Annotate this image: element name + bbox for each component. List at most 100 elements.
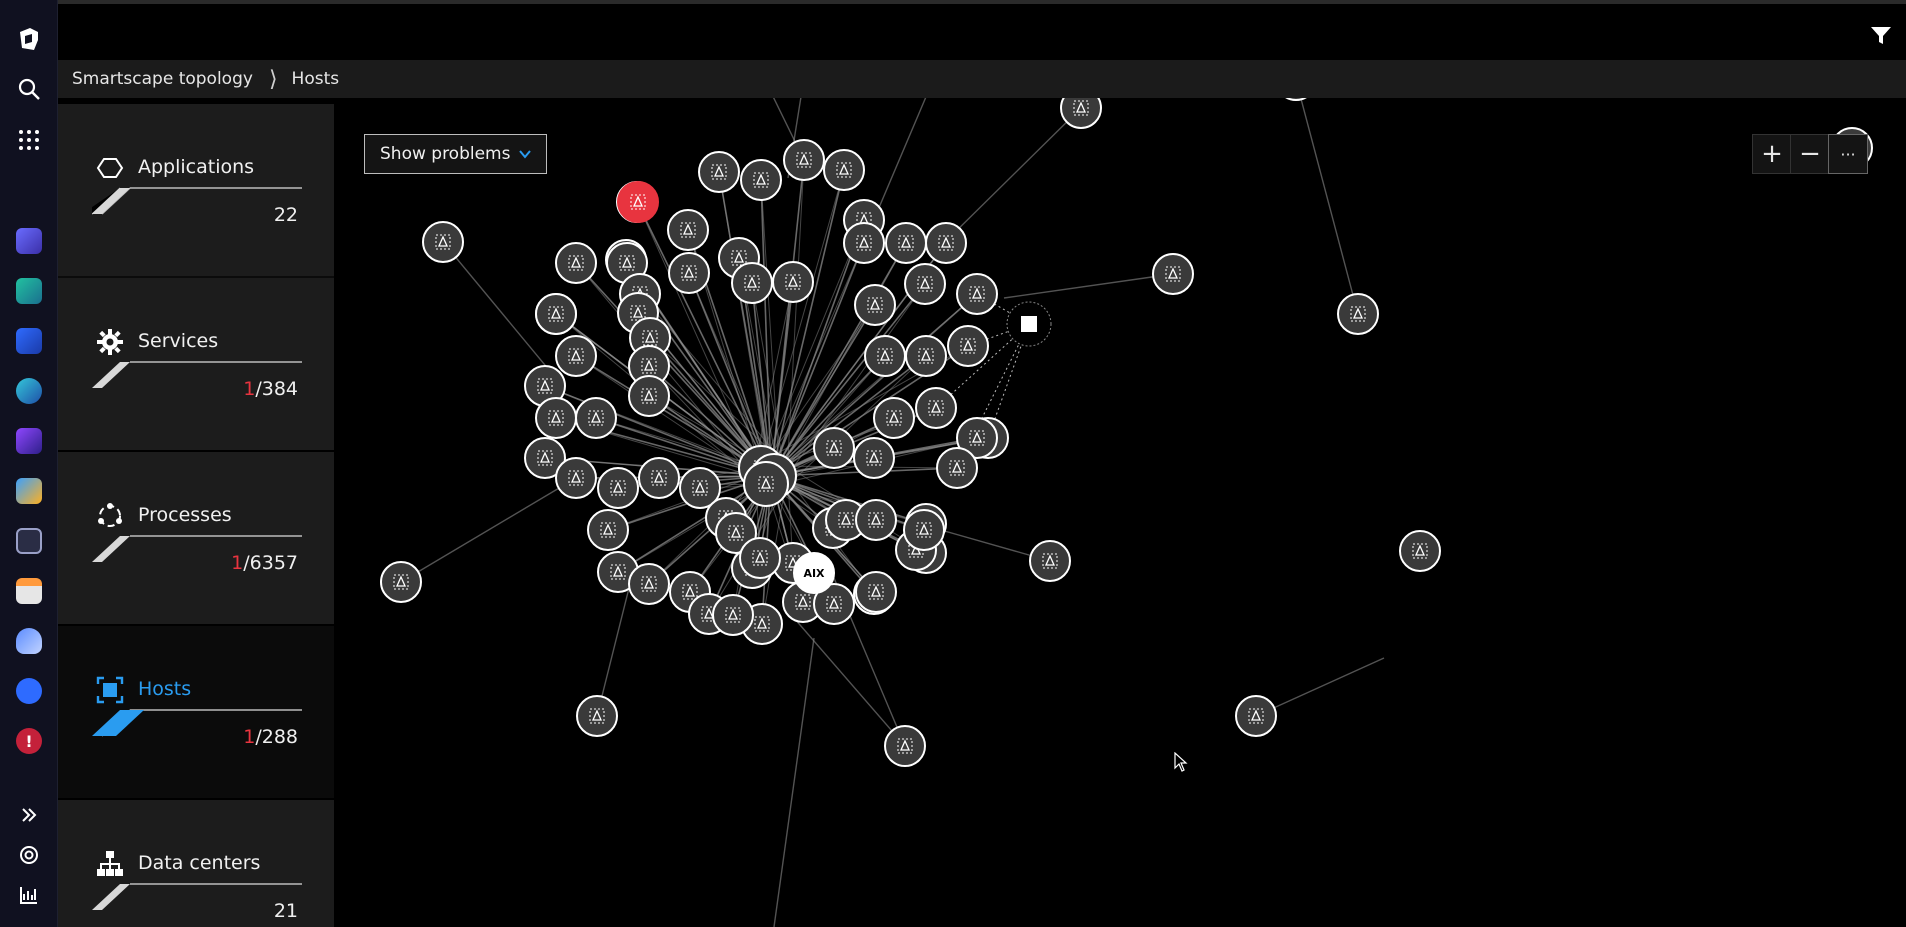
app-cube-icon[interactable] xyxy=(10,222,48,260)
host-node[interactable] xyxy=(885,222,927,264)
outer-node[interactable] xyxy=(1029,540,1071,582)
host-node[interactable] xyxy=(555,457,597,499)
host-node[interactable] xyxy=(667,209,709,251)
app-browser-icon[interactable] xyxy=(10,572,48,610)
topology-edge xyxy=(595,417,756,467)
layer-bar xyxy=(92,883,302,910)
app-problems-icon[interactable]: ! xyxy=(10,722,48,760)
outer-node[interactable] xyxy=(422,221,464,263)
topology-edge xyxy=(1003,273,1174,299)
host-node[interactable] xyxy=(731,262,773,304)
layer-count: 21 xyxy=(273,900,298,922)
host-node[interactable] xyxy=(555,242,597,284)
more-options-button[interactable]: ··· xyxy=(1828,134,1868,174)
outer-node[interactable] xyxy=(1235,695,1277,737)
host-node[interactable] xyxy=(903,509,945,551)
host-node[interactable] xyxy=(783,139,825,181)
host-node[interactable] xyxy=(712,594,754,636)
host-node[interactable] xyxy=(638,457,680,499)
usage-chart-icon[interactable] xyxy=(10,876,48,914)
layer-card-title: Applications xyxy=(138,156,255,178)
show-problems-dropdown[interactable]: Show problems xyxy=(364,134,547,174)
layer-card-hosts[interactable]: Hosts 1/288 xyxy=(58,626,334,798)
host-node[interactable] xyxy=(587,509,629,551)
layer-count: 1/384 xyxy=(243,378,298,400)
host-node[interactable] xyxy=(873,397,915,439)
zoom-out-button[interactable]: − xyxy=(1790,134,1830,174)
host-node[interactable] xyxy=(668,252,710,294)
host-node[interactable] xyxy=(956,273,998,315)
breadcrumb-root[interactable]: Smartscape topology xyxy=(72,69,253,89)
host-node[interactable] xyxy=(740,159,782,201)
outer-node[interactable] xyxy=(1152,253,1194,295)
layer-count: 1/6357 xyxy=(231,552,298,574)
host-node[interactable] xyxy=(905,335,947,377)
topology-edge xyxy=(793,617,906,747)
host-node[interactable] xyxy=(925,222,967,264)
app-blocks-icon[interactable] xyxy=(10,322,48,360)
layer-card-title: Hosts xyxy=(138,678,192,700)
outer-node[interactable] xyxy=(884,725,926,767)
top-bar xyxy=(58,0,1906,60)
host-node[interactable] xyxy=(823,149,865,191)
layer-panel: Applications 22 Services 1/384 Processes… xyxy=(58,104,334,927)
layer-card-applications[interactable]: Applications 22 xyxy=(58,104,334,276)
app-dashboard-icon[interactable] xyxy=(10,522,48,560)
host-node[interactable] xyxy=(698,151,740,193)
host-node[interactable] xyxy=(597,467,639,509)
host-node[interactable] xyxy=(855,571,897,613)
host-node[interactable] xyxy=(854,284,896,326)
host-node[interactable] xyxy=(864,335,906,377)
host-node[interactable] xyxy=(575,397,617,439)
topology-graph[interactable]: AIX xyxy=(334,98,1906,927)
apps-grid-icon[interactable] xyxy=(10,121,48,159)
outer-node[interactable] xyxy=(380,561,422,603)
outer-node[interactable] xyxy=(1060,98,1102,129)
layer-bar xyxy=(92,187,302,215)
host-node[interactable] xyxy=(947,325,989,367)
app-kubernetes-icon[interactable] xyxy=(10,672,48,710)
host-node[interactable] xyxy=(535,293,577,335)
host-node[interactable] xyxy=(555,335,597,377)
host-node[interactable] xyxy=(915,387,957,429)
layer-card-services[interactable]: Services 1/384 xyxy=(58,278,334,450)
aix-host-node[interactable]: AIX xyxy=(793,552,835,594)
host-node[interactable] xyxy=(535,397,577,439)
help-lifebuoy-icon[interactable] xyxy=(10,836,48,874)
host-node[interactable] xyxy=(855,499,897,541)
host-node[interactable] xyxy=(739,537,781,579)
problem-host-node[interactable] xyxy=(617,181,659,223)
filter-icon[interactable] xyxy=(1866,20,1896,50)
host-icon xyxy=(96,676,124,704)
app-eye-icon[interactable] xyxy=(10,422,48,460)
app-chart-icon[interactable] xyxy=(10,272,48,310)
breadcrumb-current: Hosts xyxy=(291,69,340,89)
host-node[interactable] xyxy=(628,563,670,605)
dynatrace-logo-icon[interactable] xyxy=(10,20,48,58)
expand-chevron-icon[interactable] xyxy=(10,796,48,834)
outer-node[interactable] xyxy=(576,695,618,737)
search-icon[interactable] xyxy=(10,70,48,108)
host-node[interactable] xyxy=(813,427,855,469)
zoom-in-button[interactable]: + xyxy=(1752,134,1792,174)
layer-card-processes[interactable]: Processes 1/6357 xyxy=(58,452,334,624)
chevron-down-icon xyxy=(519,150,531,159)
topology-edge xyxy=(1300,98,1359,315)
outer-node[interactable] xyxy=(1276,98,1316,101)
app-cloud-icon[interactable] xyxy=(10,622,48,660)
gear-icon xyxy=(97,329,123,355)
host-node[interactable] xyxy=(936,447,978,489)
host-node[interactable] xyxy=(772,261,814,303)
host-node[interactable] xyxy=(904,263,946,305)
topology-map[interactable]: AIX Show problems + − ··· xyxy=(334,98,1906,927)
hub-node[interactable] xyxy=(743,461,789,507)
app-notebook-icon[interactable] xyxy=(10,472,48,510)
host-node[interactable] xyxy=(843,222,885,264)
layer-card-data-centers[interactable]: Data centers 21 xyxy=(58,800,334,927)
host-node[interactable] xyxy=(853,437,895,479)
outer-node[interactable] xyxy=(1399,530,1441,572)
app-hex-icon[interactable] xyxy=(10,372,48,410)
layer-card-title: Services xyxy=(138,330,219,352)
host-node[interactable] xyxy=(628,375,670,417)
outer-node[interactable] xyxy=(1337,293,1379,335)
